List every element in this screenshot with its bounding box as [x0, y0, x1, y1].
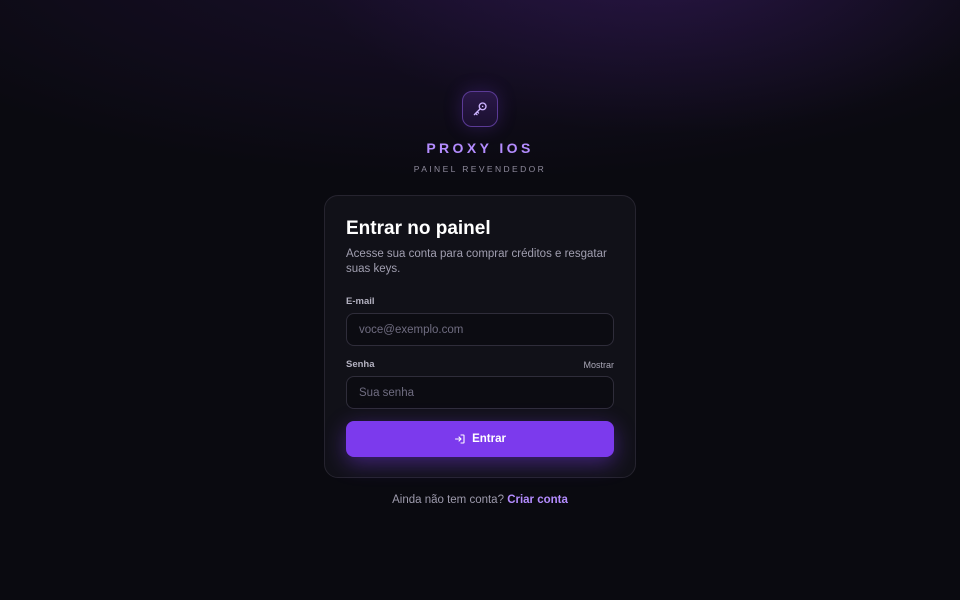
logo [462, 91, 498, 127]
password-field[interactable] [346, 376, 614, 409]
signup-prompt: Ainda não tem conta? Criar conta [0, 494, 960, 506]
password-label: Senha [346, 359, 375, 370]
key-icon [473, 102, 487, 116]
login-button[interactable]: Entrar [346, 421, 614, 457]
brand-name: PROXY IOS [426, 140, 534, 156]
email-label: E-mail [346, 296, 375, 307]
email-field[interactable] [346, 313, 614, 346]
login-button-label: Entrar [472, 433, 506, 445]
login-page: PROXY IOS PAINEL REVENDEDOR Entrar no pa… [0, 0, 960, 600]
card-description: Acesse sua conta para comprar créditos e… [346, 248, 607, 275]
login-icon [455, 434, 465, 444]
card-title: Entrar no painel [346, 218, 491, 239]
create-account-link[interactable]: Criar conta [507, 494, 568, 506]
login-card: Entrar no painel Acesse sua conta para c… [324, 195, 636, 478]
brand-subtitle: PAINEL REVENDEDOR [413, 164, 547, 174]
show-password-toggle[interactable]: Mostrar [583, 360, 614, 370]
signup-prompt-text: Ainda não tem conta? [392, 494, 504, 506]
